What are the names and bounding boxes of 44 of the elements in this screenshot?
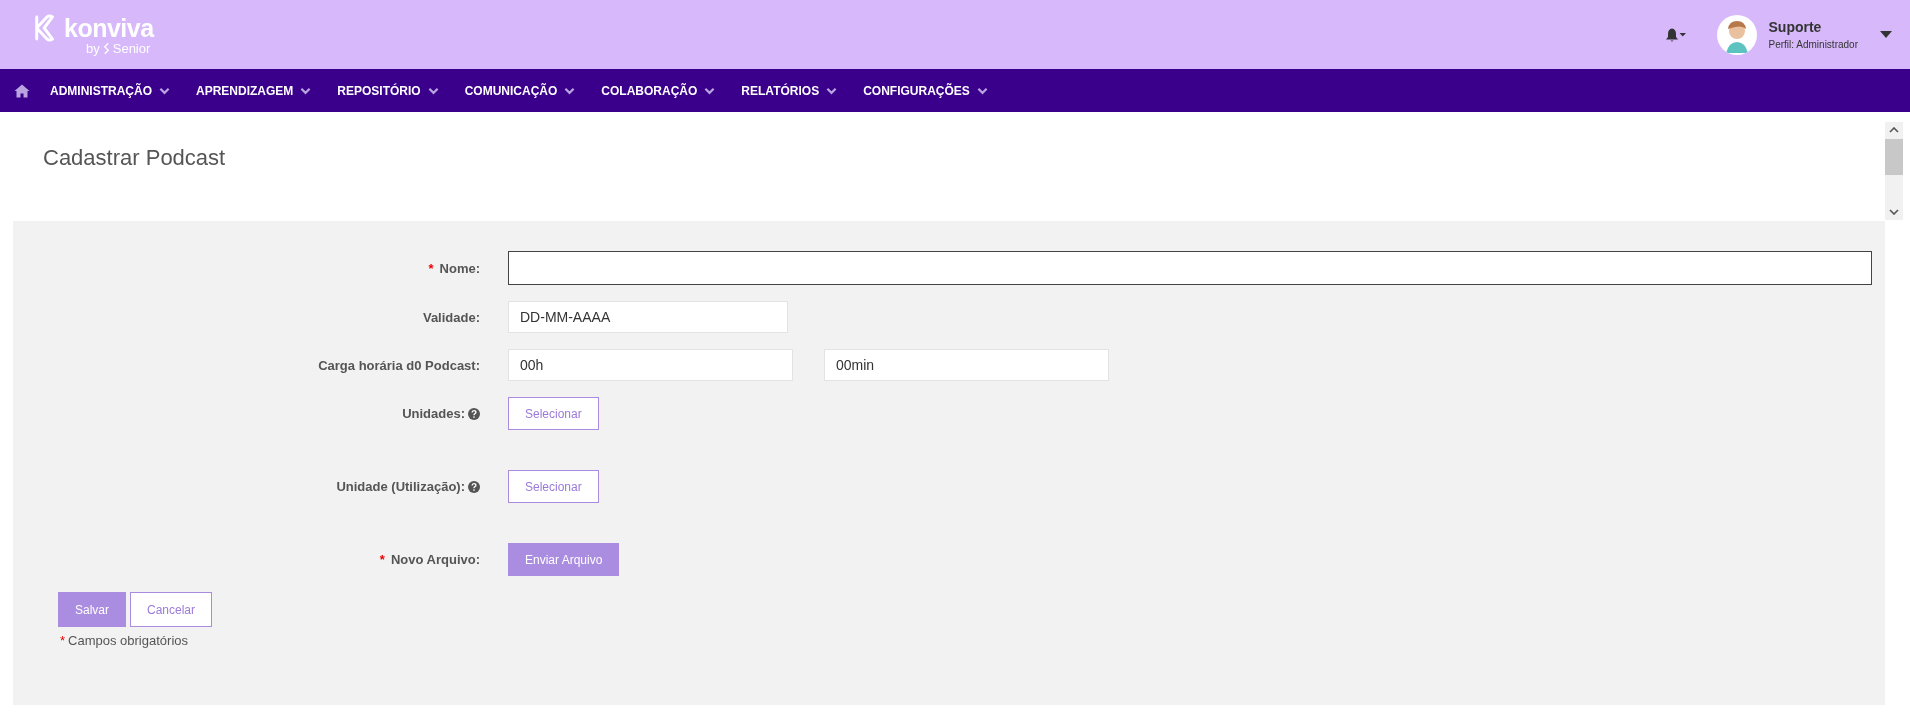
cancel-button[interactable]: Cancelar <box>130 592 213 627</box>
chevron-down-icon <box>427 86 439 95</box>
chevron-down-icon <box>976 86 988 95</box>
page-title: Cadastrar Podcast <box>43 145 226 172</box>
required-fields-note: * Campos obrigatórios <box>60 633 189 648</box>
user-profile: Perfil: Administrador <box>1768 39 1858 50</box>
field-label: Carga horária d0 Podcast: <box>318 357 480 373</box>
select-button[interactable]: Selecionar <box>508 470 599 503</box>
chevron-down-icon <box>704 86 716 95</box>
chevron-down-icon <box>300 86 312 95</box>
scrollbar[interactable] <box>1885 122 1903 220</box>
nav-menu-item[interactable]: APRENDIZAGEM <box>196 79 312 102</box>
name-input[interactable] <box>508 251 1872 285</box>
s-mark-icon <box>102 41 110 55</box>
user-name: Suporte <box>1768 19 1823 35</box>
chevron-down-icon <box>564 86 576 95</box>
chevron-down-icon <box>159 86 170 95</box>
date-input[interactable]: DD-MM-AAAA <box>508 301 788 333</box>
nav-menu-item[interactable]: RELATÓRIOS <box>741 79 838 102</box>
field-label: Unidade (Utilização): <box>336 479 465 494</box>
field-label: Validade: <box>422 309 480 325</box>
nav-menu-item[interactable]: CONFIGURAÇÕES <box>863 79 988 102</box>
required-marker: * <box>428 260 434 276</box>
nav-menu-item[interactable]: COLABORAÇÃO <box>601 79 716 102</box>
nav-menu-item[interactable]: ADMINISTRAÇÃO <box>50 79 170 102</box>
avatar-icon <box>1716 14 1757 55</box>
scroll-down-icon[interactable] <box>1889 209 1899 215</box>
bell-icon[interactable] <box>1664 26 1687 43</box>
duration-input[interactable]: 00min <box>824 349 1109 381</box>
logo-text: konviva <box>64 13 154 43</box>
caret-icon[interactable] <box>1880 31 1892 38</box>
nav-menu-item[interactable]: REPOSITÓRIO <box>337 79 439 102</box>
duration-input[interactable]: 00h <box>508 349 793 381</box>
logo-brand-text: Senior <box>112 40 151 56</box>
chevron-down-icon <box>826 86 838 95</box>
field-label: Unidades: <box>402 406 465 421</box>
required-marker: * <box>379 552 385 567</box>
field-label: Nome: <box>439 260 480 276</box>
home-icon[interactable] <box>14 83 30 98</box>
field-label: Novo Arquivo: <box>390 552 480 567</box>
scroll-up-icon[interactable] <box>1889 127 1899 133</box>
logo-by-text: by <box>86 40 100 56</box>
nav-menu-item[interactable]: COMUNICAÇÃO <box>464 79 576 102</box>
select-button[interactable]: Selecionar <box>508 397 599 430</box>
